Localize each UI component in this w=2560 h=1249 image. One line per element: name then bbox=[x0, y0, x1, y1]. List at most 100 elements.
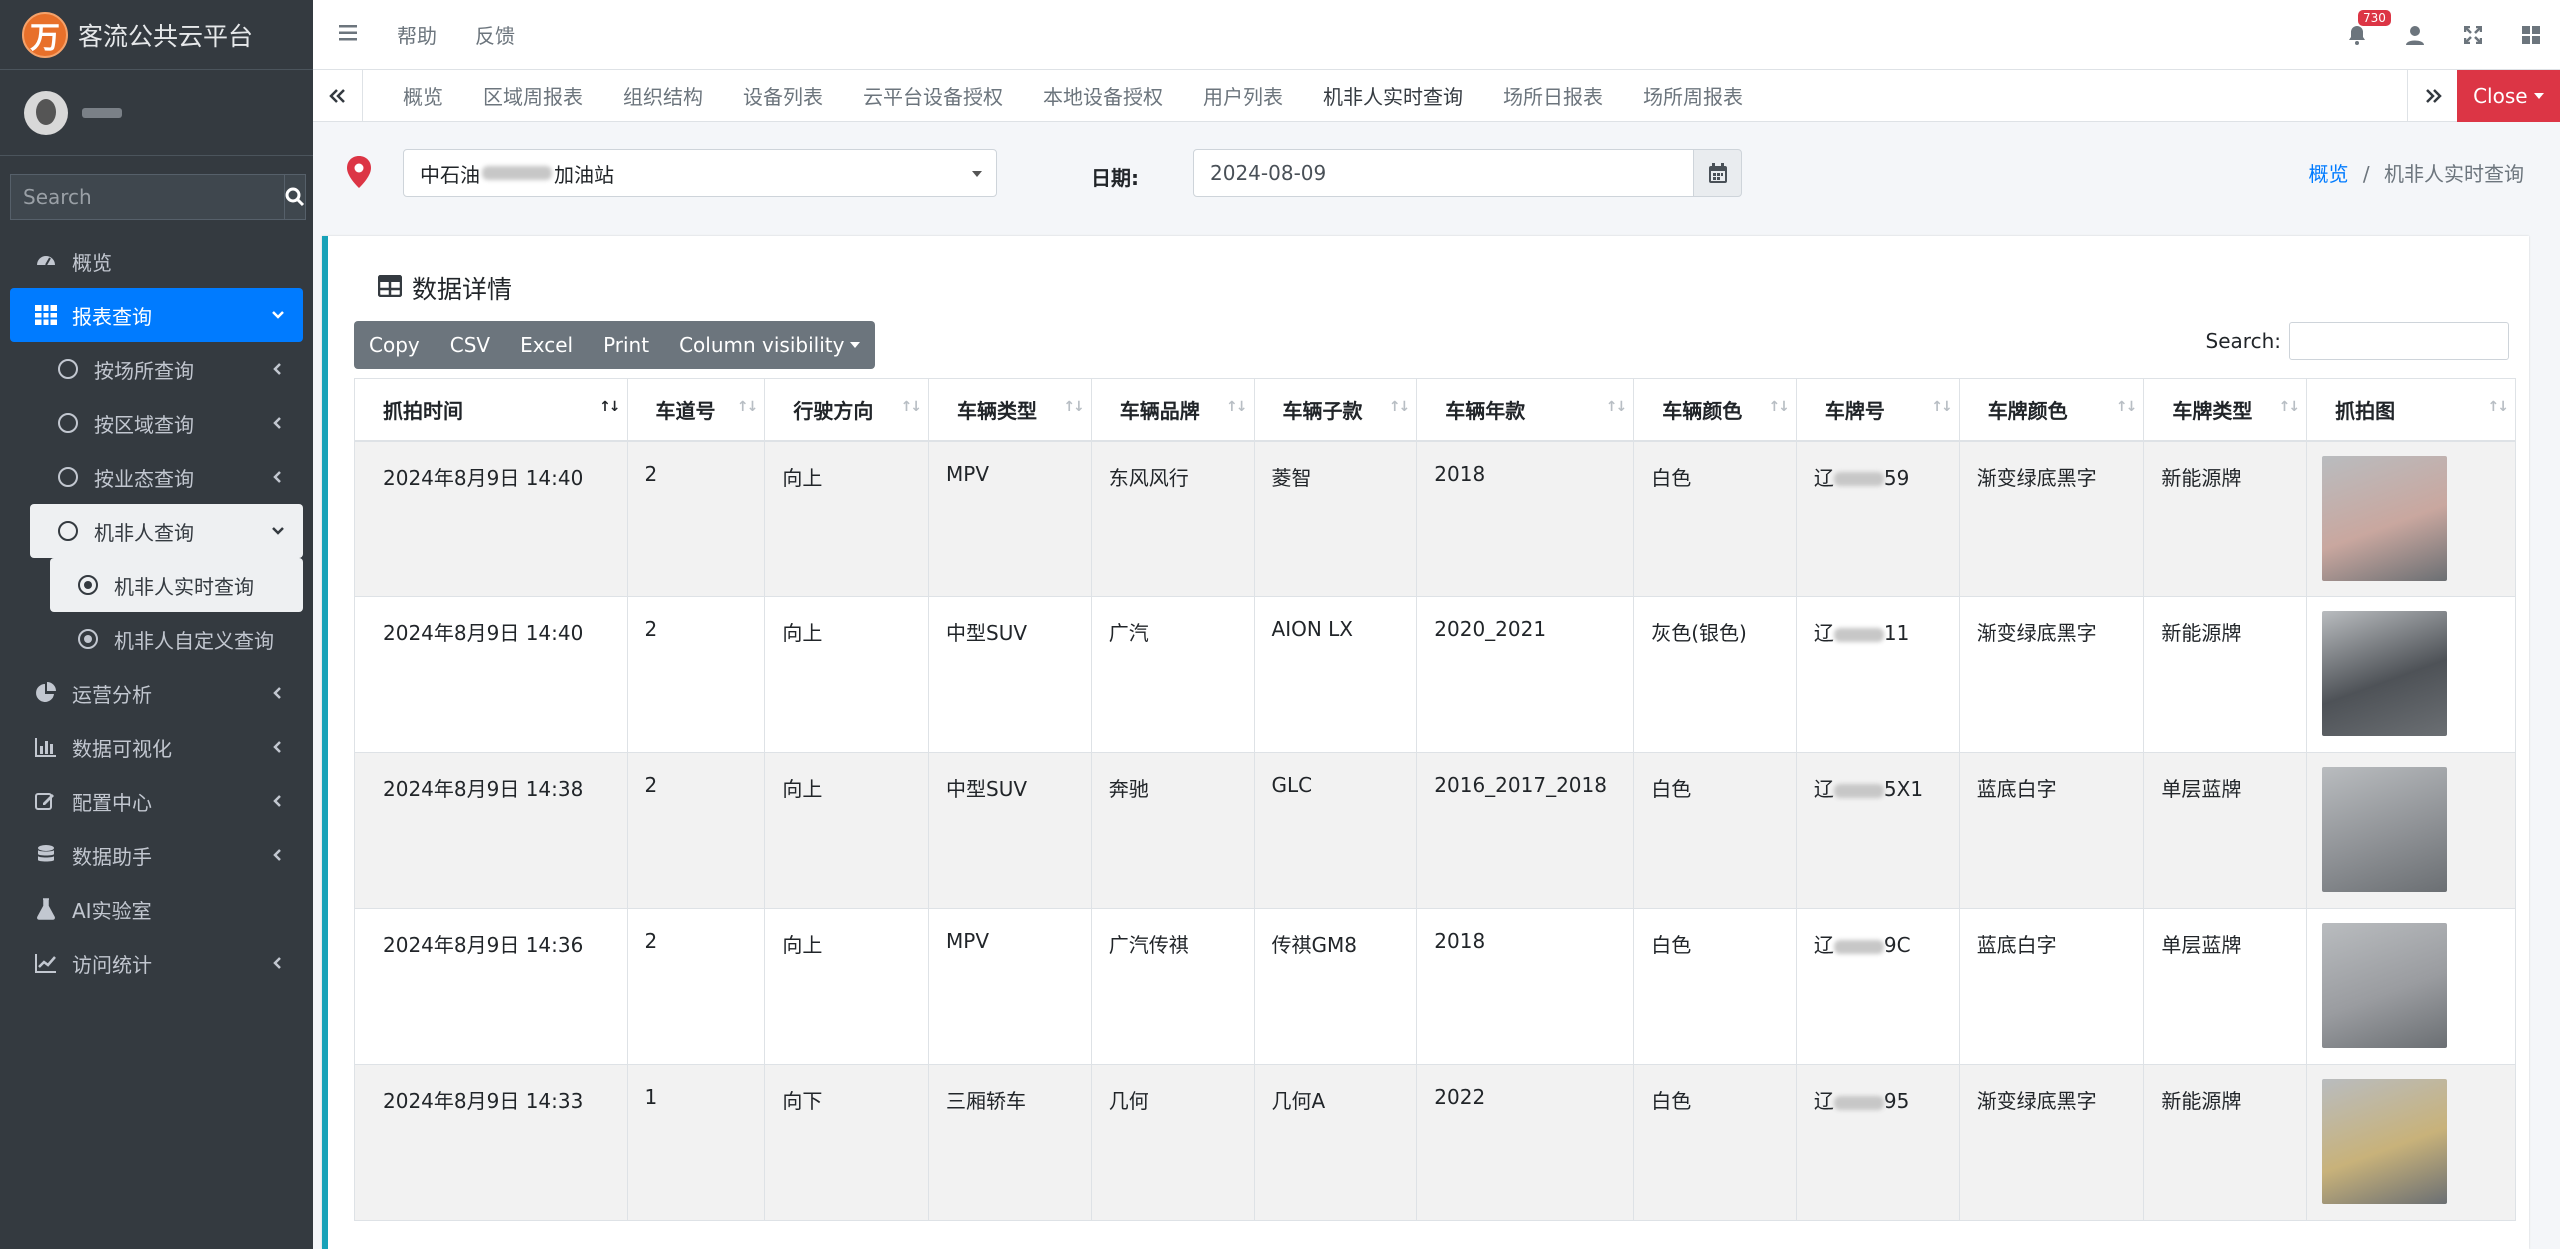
copy-button[interactable]: Copy bbox=[354, 321, 435, 369]
sidebar-item-label: 机非人自定义查询 bbox=[114, 628, 274, 653]
sidebar-search-button[interactable] bbox=[284, 174, 306, 220]
cell-vehicle-color: 白色 bbox=[1633, 1064, 1797, 1221]
sidebar-item-vehicle-query[interactable]: 机非人查询 bbox=[30, 504, 303, 558]
menu-toggle-icon[interactable] bbox=[339, 24, 359, 46]
user-menu-button[interactable] bbox=[2386, 25, 2444, 45]
tab-region-weekly[interactable]: 区域周报表 bbox=[483, 81, 583, 110]
sidebar-item-label: 机非人查询 bbox=[94, 520, 194, 545]
tab-user-list[interactable]: 用户列表 bbox=[1203, 81, 1283, 110]
table-row[interactable]: 2024年8月9日 14:40 2 向上 中型SUV 广汽 AION LX 20… bbox=[354, 596, 2516, 753]
tab-venue-weekly[interactable]: 场所周报表 bbox=[1643, 81, 1743, 110]
cell-time: 2024年8月9日 14:40 bbox=[354, 440, 628, 597]
avatar[interactable] bbox=[24, 90, 68, 135]
column-header[interactable]: 车牌号 ↑↓ bbox=[1795, 378, 1960, 442]
cell-plate-type: 新能源牌 bbox=[2143, 596, 2308, 753]
sidebar-item-by-region[interactable]: 按区域查询 bbox=[0, 396, 313, 450]
sidebar-item-ai-lab[interactable]: AI实验室 bbox=[0, 882, 313, 936]
card-title-text: 数据详情 bbox=[412, 275, 513, 304]
snapshot-thumbnail[interactable] bbox=[2322, 923, 2448, 1048]
cell-snapshot bbox=[2306, 752, 2516, 909]
tabs-scroll-left-button[interactable] bbox=[313, 69, 363, 122]
cell-time: 2024年8月9日 14:36 bbox=[354, 908, 628, 1065]
brand-title: 客流公共云平台 bbox=[78, 21, 254, 51]
snapshot-thumbnail[interactable] bbox=[2322, 1079, 2448, 1204]
user-panel[interactable] bbox=[0, 70, 313, 156]
cell-plate-number: 辽 59 bbox=[1795, 440, 1960, 597]
sidebar-item-label: 机非人实时查询 bbox=[114, 574, 254, 599]
sidebar-item-reports[interactable]: 报表查询 bbox=[10, 288, 303, 342]
line-chart-icon bbox=[34, 951, 58, 975]
help-link[interactable]: 帮助 bbox=[397, 20, 437, 49]
tab-vehicle-realtime[interactable]: 机非人实时查询 bbox=[1323, 81, 1463, 110]
excel-button[interactable]: Excel bbox=[505, 321, 588, 369]
sidebar-item-data-assistant[interactable]: 数据助手 bbox=[0, 828, 313, 882]
cell-direction: 向上 bbox=[764, 752, 930, 909]
print-button[interactable]: Print bbox=[588, 321, 664, 369]
sort-icon: ↑↓ bbox=[2487, 399, 2510, 415]
column-header[interactable]: 车辆品牌 ↑↓ bbox=[1090, 378, 1255, 442]
date-picker-button[interactable] bbox=[1693, 149, 1742, 197]
table-row[interactable]: 2024年8月9日 14:40 2 向上 MPV 东风风行 菱智 2018 白色… bbox=[354, 440, 2516, 597]
column-header[interactable]: 车辆子款 ↑↓ bbox=[1253, 378, 1418, 442]
sort-icon: ↑↓ bbox=[900, 399, 923, 415]
sidebar-item-vehicle-realtime[interactable]: 机非人实时查询 bbox=[50, 558, 303, 612]
cell-sub-model: GLC bbox=[1253, 752, 1418, 909]
cell-brand: 广汽传祺 bbox=[1090, 908, 1255, 1065]
column-header[interactable]: 车辆类型 ↑↓ bbox=[928, 378, 1092, 442]
sidebar-item-vehicle-custom[interactable]: 机非人自定义查询 bbox=[0, 612, 313, 666]
tab-device-list[interactable]: 设备列表 bbox=[743, 81, 823, 110]
table-search-label: Search: bbox=[2205, 329, 2281, 353]
sidebar-item-by-venue[interactable]: 按场所查询 bbox=[0, 342, 313, 396]
column-header-label: 车牌颜色 bbox=[1987, 398, 2068, 423]
cell-time: 2024年8月9日 14:38 bbox=[354, 752, 628, 909]
sidebar-item-visualization[interactable]: 数据可视化 bbox=[0, 720, 313, 774]
brand[interactable]: 万 客流公共云平台 bbox=[0, 0, 313, 70]
plate-prefix: 辽 bbox=[1813, 465, 1834, 490]
station-select[interactable]: 中石油 加油站 bbox=[403, 149, 997, 197]
cell-model-year: 2022 bbox=[1416, 1064, 1635, 1221]
breadcrumb-home-link[interactable]: 概览 bbox=[2309, 162, 2349, 186]
sidebar-item-operations[interactable]: 运营分析 bbox=[0, 666, 313, 720]
column-header[interactable]: 车辆颜色 ↑↓ bbox=[1633, 378, 1797, 442]
sidebar-item-overview[interactable]: 概览 bbox=[0, 234, 313, 288]
column-header[interactable]: 车道号 ↑↓ bbox=[626, 378, 766, 442]
column-header[interactable]: 车辆年款 ↑↓ bbox=[1416, 378, 1635, 442]
date-input[interactable]: 2024-08-09 bbox=[1193, 149, 1694, 197]
user-name-redacted[interactable] bbox=[82, 107, 122, 118]
dot-circle-icon bbox=[76, 573, 100, 597]
tab-venue-daily[interactable]: 场所日报表 bbox=[1503, 81, 1603, 110]
sidebar-search-input[interactable] bbox=[10, 174, 284, 220]
csv-button[interactable]: CSV bbox=[435, 321, 505, 369]
fullscreen-button[interactable] bbox=[2444, 26, 2502, 44]
table-row[interactable]: 2024年8月9日 14:38 2 向上 中型SUV 奔驰 GLC 2016_2… bbox=[354, 752, 2516, 909]
tabs-scroll-right-button[interactable] bbox=[2407, 70, 2457, 122]
sidebar-item-access-stats[interactable]: 访问统计 bbox=[0, 936, 313, 990]
cell-direction: 向下 bbox=[764, 1064, 930, 1221]
column-visibility-button[interactable]: Column visibility bbox=[664, 321, 875, 369]
tab-org-structure[interactable]: 组织结构 bbox=[623, 81, 703, 110]
breadcrumb-separator: / bbox=[2362, 162, 2370, 186]
column-header[interactable]: 车牌颜色 ↑↓ bbox=[1958, 378, 2145, 442]
snapshot-thumbnail[interactable] bbox=[2322, 455, 2448, 581]
tab-cloud-auth[interactable]: 云平台设备授权 bbox=[863, 81, 1003, 110]
table-row[interactable]: 2024年8月9日 14:36 2 向上 MPV 广汽传祺 传祺GM8 2018… bbox=[354, 908, 2516, 1065]
apps-button[interactable] bbox=[2502, 26, 2560, 44]
table-search-input[interactable] bbox=[2289, 322, 2509, 360]
sidebar-item-config[interactable]: 配置中心 bbox=[0, 774, 313, 828]
column-header[interactable]: 车牌类型 ↑↓ bbox=[2143, 378, 2308, 442]
snapshot-thumbnail[interactable] bbox=[2322, 767, 2448, 892]
tabs-close-dropdown[interactable]: Close bbox=[2457, 70, 2560, 122]
column-header[interactable]: 抓拍时间 ↑↓ bbox=[354, 378, 628, 442]
cell-vehicle-type: 中型SUV bbox=[928, 596, 1092, 753]
tab-local-auth[interactable]: 本地设备授权 bbox=[1043, 81, 1163, 110]
sort-icon: ↑↓ bbox=[2115, 399, 2138, 415]
notifications-button[interactable]: 730 bbox=[2328, 10, 2391, 46]
tab-overview[interactable]: 概览 bbox=[403, 81, 443, 110]
sidebar-item-by-format[interactable]: 按业态查询 bbox=[0, 450, 313, 504]
snapshot-thumbnail[interactable] bbox=[2322, 611, 2448, 736]
table-row[interactable]: 2024年8月9日 14:33 1 向下 三厢轿车 几何 几何A 2022 白色… bbox=[354, 1064, 2516, 1221]
column-header[interactable]: 行驶方向 ↑↓ bbox=[764, 378, 930, 442]
column-header[interactable]: 抓拍图 ↑↓ bbox=[2306, 378, 2516, 442]
data-table: 抓拍时间 ↑↓ 车道号 ↑↓ 行驶方向 ↑↓ 车辆类型 ↑↓ 车辆品牌 ↑↓ 车辆子款 ↑↓… bbox=[354, 378, 2516, 1221]
feedback-link[interactable]: 反馈 bbox=[475, 20, 515, 49]
